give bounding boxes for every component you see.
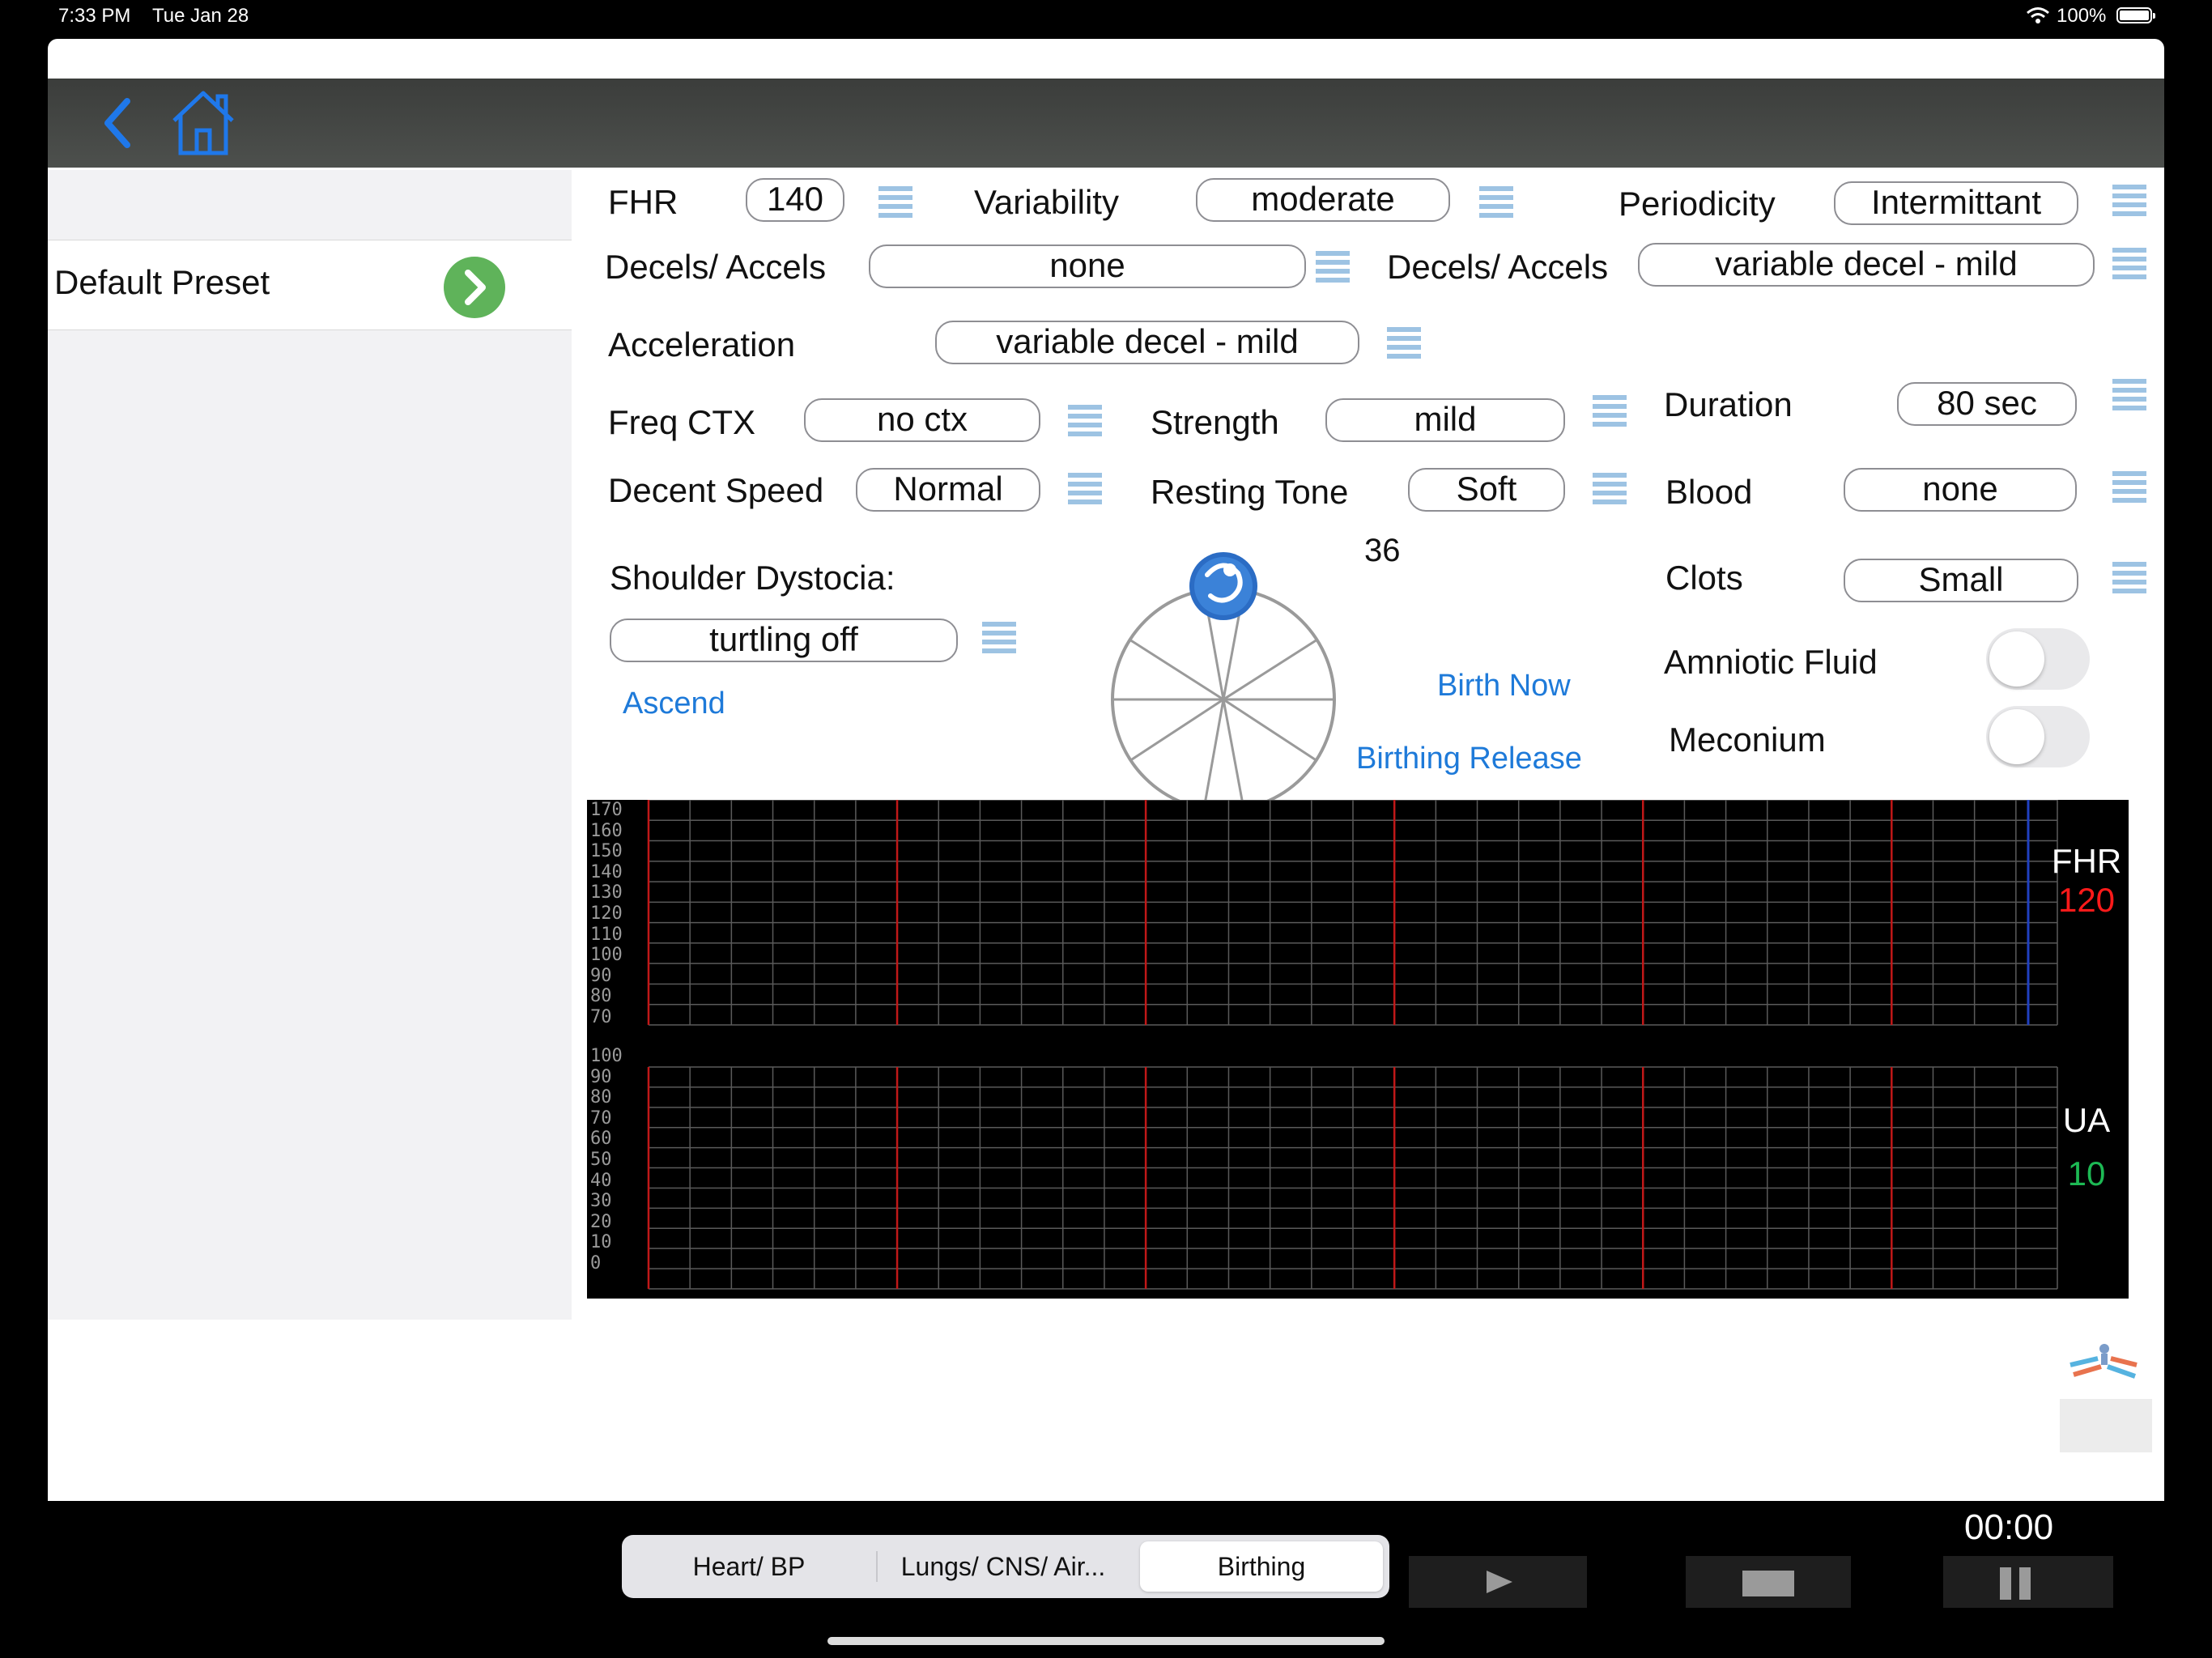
tab-divider [876, 1551, 878, 1582]
variability-label: Variability [974, 183, 1119, 221]
clots-menu-icon[interactable] [2112, 562, 2146, 594]
chevron-right-icon [465, 270, 486, 305]
main-panel: Default Preset FHR 140 Variability moder… [48, 39, 2164, 1501]
shoulder-dystocia-menu-icon[interactable] [982, 622, 1016, 654]
fhr-menu-icon[interactable] [878, 186, 912, 219]
status-date: Tue Jan 28 [152, 5, 249, 27]
resting-tone-label: Resting Tone [1151, 473, 1349, 511]
home-icon[interactable] [169, 88, 237, 158]
pause-button[interactable] [1943, 1556, 2113, 1608]
battery-icon [2116, 7, 2155, 23]
preset-go-button[interactable] [444, 257, 505, 318]
status-time: 7:33 PM [58, 5, 131, 27]
fhr-monitor-value: 120 [2057, 881, 2116, 919]
acceleration-label: Acceleration [608, 325, 796, 363]
decent-speed-label: Decent Speed [608, 471, 824, 509]
blood-menu-icon[interactable] [2112, 471, 2146, 504]
shoulder-dystocia-label: Shoulder Dystocia: [610, 559, 895, 597]
decels-accels-menu-icon-1[interactable] [1316, 251, 1350, 283]
decels-accels-label-2: Decels/ Accels [1387, 248, 1609, 286]
battery-percent: 100% [2057, 5, 2107, 27]
fhr-monitor-title: FHR [2051, 842, 2122, 880]
strength-value-field[interactable]: mild [1325, 398, 1565, 442]
amniotic-fluid-label: Amniotic Fluid [1664, 643, 1878, 681]
fetal-monitor: 170 160 150 140 130 120 110 100 90 80 70 100 90 80 70… [587, 800, 2129, 1299]
freq-ctx-value-field[interactable]: no ctx [804, 398, 1040, 442]
pause-icon [2000, 1567, 2031, 1600]
birthing-release-link[interactable]: Birthing Release [1356, 742, 1582, 776]
preset-row[interactable]: Default Preset [48, 240, 572, 330]
play-icon [1487, 1571, 1512, 1593]
acceleration-value-field[interactable]: variable decel - mild [935, 321, 1359, 364]
decels-accels-label-1: Decels/ Accels [605, 248, 827, 286]
monitor-grid [647, 800, 2058, 1290]
timer: 00:00 [1964, 1507, 2054, 1547]
decels-accels-value-field-2[interactable]: variable decel - mild [1638, 243, 2095, 287]
preset-sidebar: Default Preset [48, 170, 572, 1320]
decels-accels-menu-icon-2[interactable] [2112, 248, 2146, 280]
clots-label: Clots [1665, 559, 1743, 597]
ascend-link[interactable]: Ascend [623, 687, 725, 721]
ua-monitor-value: 10 [2067, 1154, 2106, 1192]
freq-ctx-label: Freq CTX [608, 403, 756, 441]
transfer-arrows-icon[interactable] [2065, 1324, 2143, 1389]
fhr-label: FHR [608, 183, 678, 221]
tab-lungs-cns-air[interactable]: Lungs/ CNS/ Air... [879, 1541, 1127, 1592]
blood-label: Blood [1665, 473, 1753, 511]
tab-heart-bp[interactable]: Heart/ BP [628, 1541, 870, 1592]
blank-button[interactable] [2060, 1399, 2152, 1452]
resting-tone-value-field[interactable]: Soft [1408, 468, 1565, 512]
meconium-toggle[interactable] [1986, 706, 2090, 767]
fhr-value-field[interactable]: 140 [746, 178, 844, 222]
periodicity-value-field[interactable]: Intermittant [1834, 181, 2078, 225]
decent-speed-menu-icon[interactable] [1068, 473, 1102, 505]
variability-value-field[interactable]: moderate [1196, 178, 1450, 222]
decels-accels-value-field-1[interactable]: none [869, 244, 1306, 288]
strength-menu-icon[interactable] [1593, 395, 1627, 427]
duration-label: Duration [1664, 385, 1793, 423]
dial-value: 36 [1364, 533, 1401, 568]
preset-label: Default Preset [54, 263, 270, 301]
periodicity-label: Periodicity [1619, 185, 1776, 223]
wifi-icon [2027, 7, 2049, 23]
fetus-icon [1189, 552, 1257, 620]
shoulder-dystocia-value-field[interactable]: turtling off [610, 619, 958, 662]
stop-icon [1742, 1571, 1794, 1596]
play-button[interactable] [1409, 1556, 1587, 1608]
duration-value-field[interactable]: 80 sec [1897, 382, 2077, 426]
ua-monitor-title: UA [2062, 1101, 2111, 1139]
home-indicator [827, 1637, 1385, 1645]
blood-value-field[interactable]: none [1844, 468, 2077, 512]
birth-now-link[interactable]: Birth Now [1437, 669, 1571, 704]
periodicity-menu-icon[interactable] [2112, 185, 2146, 217]
tab-segmented-control: Heart/ BP Lungs/ CNS/ Air... Birthing [622, 1535, 1389, 1598]
clots-value-field[interactable]: Small [1844, 559, 2078, 602]
decent-speed-value-field[interactable]: Normal [856, 468, 1040, 512]
duration-menu-icon[interactable] [2112, 379, 2146, 411]
cervix-dial[interactable] [1108, 541, 1351, 816]
strength-label: Strength [1151, 403, 1279, 441]
freq-ctx-menu-icon[interactable] [1068, 405, 1102, 437]
variability-menu-icon[interactable] [1479, 186, 1513, 219]
stop-button[interactable] [1686, 1556, 1851, 1608]
resting-tone-menu-icon[interactable] [1593, 473, 1627, 505]
nav-bar [48, 79, 2164, 168]
tab-birthing[interactable]: Birthing [1140, 1541, 1383, 1592]
amniotic-fluid-toggle[interactable] [1986, 628, 2090, 690]
acceleration-menu-icon[interactable] [1387, 327, 1421, 359]
back-chevron-icon[interactable] [101, 96, 134, 150]
meconium-label: Meconium [1669, 721, 1826, 759]
